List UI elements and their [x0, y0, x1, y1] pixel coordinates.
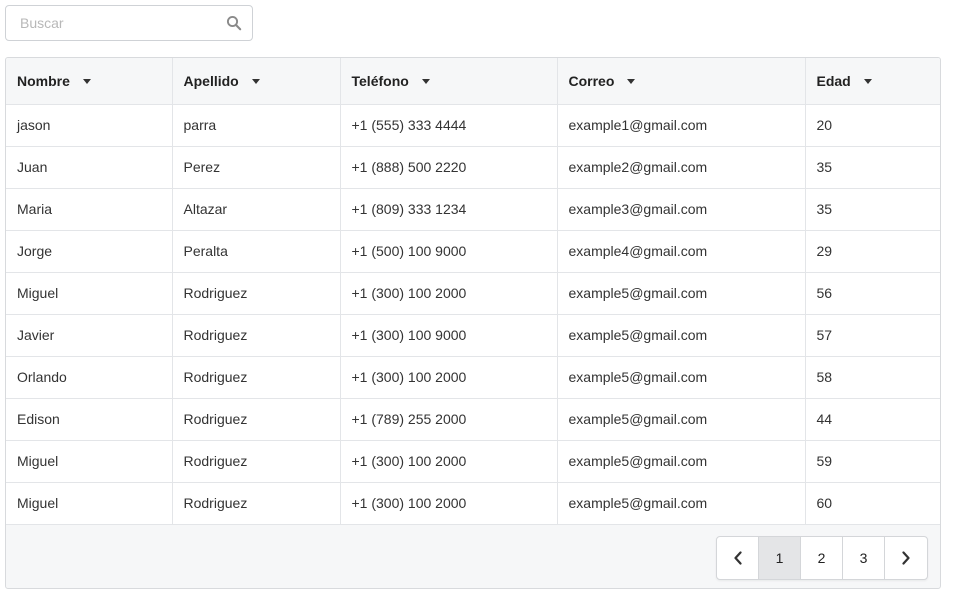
column-header-edad[interactable]: Edad [805, 58, 940, 105]
table-row[interactable]: Javier Rodriguez +1 (300) 100 9000 examp… [6, 314, 940, 357]
cell-correo: example5@gmail.com [557, 440, 806, 483]
sort-down-icon[interactable] [251, 78, 260, 84]
cell-telefono: +1 (500) 100 9000 [340, 230, 558, 273]
cell-telefono: +1 (789) 255 2000 [340, 398, 558, 441]
cell-telefono: +1 (555) 333 4444 [340, 104, 558, 147]
cell-nombre: Juan [6, 146, 173, 189]
cell-apellido: Rodriguez [172, 440, 341, 483]
cell-correo: example5@gmail.com [557, 314, 806, 357]
cell-nombre: Edison [6, 398, 173, 441]
cell-telefono: +1 (300) 100 2000 [340, 272, 558, 315]
table-row[interactable]: Miguel Rodriguez +1 (300) 100 2000 examp… [6, 272, 940, 315]
cell-telefono: +1 (300) 100 2000 [340, 482, 558, 525]
cell-nombre: Javier [6, 314, 173, 357]
cell-nombre: Miguel [6, 272, 173, 315]
column-header-label: Teléfono [351, 72, 409, 89]
cell-telefono: +1 (809) 333 1234 [340, 188, 558, 231]
table-row[interactable]: Miguel Rodriguez +1 (300) 100 2000 examp… [6, 482, 940, 525]
cell-apellido: Altazar [172, 188, 341, 231]
pagination: 1 2 3 [716, 536, 928, 580]
cell-edad: 35 [805, 146, 940, 189]
table-row[interactable]: Jorge Peralta +1 (500) 100 9000 example4… [6, 230, 940, 273]
cell-correo: example2@gmail.com [557, 146, 806, 189]
cell-nombre: Maria [6, 188, 173, 231]
search-icon[interactable] [226, 15, 242, 31]
table-row[interactable]: Orlando Rodriguez +1 (300) 100 2000 exam… [6, 356, 940, 399]
cell-correo: example3@gmail.com [557, 188, 806, 231]
cell-correo: example5@gmail.com [557, 272, 806, 315]
cell-telefono: +1 (300) 100 9000 [340, 314, 558, 357]
column-header-label: Correo [568, 72, 615, 89]
table-row[interactable]: Miguel Rodriguez +1 (300) 100 2000 examp… [6, 440, 940, 483]
cell-apellido: Rodriguez [172, 272, 341, 315]
page-button-3[interactable]: 3 [843, 537, 885, 579]
cell-apellido: Perez [172, 146, 341, 189]
table-row[interactable]: Edison Rodriguez +1 (789) 255 2000 examp… [6, 398, 940, 441]
cell-edad: 20 [805, 104, 940, 147]
cell-telefono: +1 (888) 500 2220 [340, 146, 558, 189]
cell-correo: example5@gmail.com [557, 398, 806, 441]
cell-nombre: Miguel [6, 482, 173, 525]
table-row[interactable]: jason parra +1 (555) 333 4444 example1@g… [6, 104, 940, 147]
search-box[interactable] [5, 5, 253, 41]
cell-correo: example1@gmail.com [557, 104, 806, 147]
cell-telefono: +1 (300) 100 2000 [340, 356, 558, 399]
cell-edad: 56 [805, 272, 940, 315]
table-row[interactable]: Juan Perez +1 (888) 500 2220 example2@gm… [6, 146, 940, 189]
sort-down-icon[interactable] [82, 78, 91, 84]
cell-correo: example4@gmail.com [557, 230, 806, 273]
cell-nombre: Jorge [6, 230, 173, 273]
data-table: Nombre Apellido Teléfono Correo Edad jas… [6, 58, 940, 525]
cell-edad: 59 [805, 440, 940, 483]
cell-edad: 57 [805, 314, 940, 357]
next-page-button[interactable] [885, 537, 927, 579]
search-input[interactable] [6, 6, 216, 40]
cell-apellido: Rodriguez [172, 482, 341, 525]
cell-apellido: parra [172, 104, 341, 147]
cell-apellido: Rodriguez [172, 314, 341, 357]
cell-edad: 35 [805, 188, 940, 231]
page-button-2[interactable]: 2 [801, 537, 843, 579]
column-header-telefono[interactable]: Teléfono [340, 58, 558, 105]
cell-apellido: Peralta [172, 230, 341, 273]
cell-edad: 44 [805, 398, 940, 441]
sort-down-icon[interactable] [863, 78, 872, 84]
page-button-1[interactable]: 1 [759, 537, 801, 579]
table-header-row: Nombre Apellido Teléfono Correo Edad [6, 58, 940, 105]
sort-down-icon[interactable] [421, 78, 430, 84]
column-header-label: Apellido [183, 72, 239, 89]
cell-apellido: Rodriguez [172, 398, 341, 441]
cell-correo: example5@gmail.com [557, 482, 806, 525]
column-header-label: Nombre [17, 72, 70, 89]
cell-edad: 58 [805, 356, 940, 399]
cell-nombre: jason [6, 104, 173, 147]
column-header-label: Edad [816, 72, 851, 89]
cell-apellido: Rodriguez [172, 356, 341, 399]
cell-correo: example5@gmail.com [557, 356, 806, 399]
cell-telefono: +1 (300) 100 2000 [340, 440, 558, 483]
cell-edad: 60 [805, 482, 940, 525]
sort-down-icon[interactable] [627, 78, 636, 84]
data-table-container: Nombre Apellido Teléfono Correo Edad jas… [5, 57, 941, 589]
chevron-right-icon [902, 551, 910, 565]
column-header-apellido[interactable]: Apellido [172, 58, 341, 105]
cell-edad: 29 [805, 230, 940, 273]
chevron-left-icon [733, 551, 742, 565]
column-header-nombre[interactable]: Nombre [6, 58, 173, 105]
cell-nombre: Orlando [6, 356, 173, 399]
prev-page-button[interactable] [717, 537, 759, 579]
table-row[interactable]: Maria Altazar +1 (809) 333 1234 example3… [6, 188, 940, 231]
column-header-correo[interactable]: Correo [557, 58, 806, 105]
cell-nombre: Miguel [6, 440, 173, 483]
